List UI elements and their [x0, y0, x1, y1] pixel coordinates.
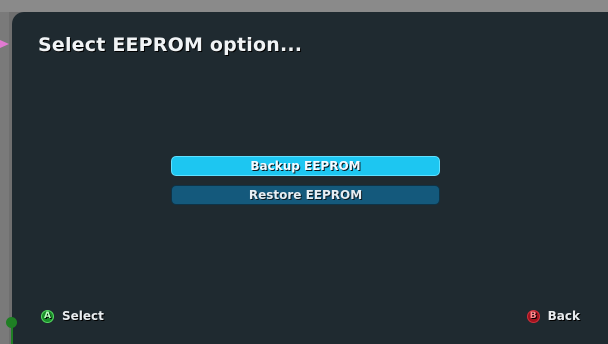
page-title: Select EEPROM option... [38, 34, 303, 56]
main-panel [12, 12, 608, 344]
menu-option-backup-eeprom[interactable]: Backup EEPROM [171, 156, 440, 176]
back-hint[interactable]: B Back [526, 309, 580, 323]
top-border-band [0, 0, 608, 12]
menu-option-restore-eeprom[interactable]: Restore EEPROM [171, 185, 440, 205]
select-label: Select [62, 309, 104, 323]
a-button-icon: A [41, 309, 54, 323]
select-hint[interactable]: A Select [41, 309, 104, 323]
back-label: Back [547, 309, 580, 323]
pointer-arrow-icon [0, 40, 9, 48]
menu-option-label: Restore EEPROM [248, 188, 363, 202]
green-pin-stem [11, 325, 13, 344]
menu-option-label: Backup EEPROM [250, 159, 361, 173]
left-border-strip [0, 0, 9, 344]
b-button-icon: B [526, 309, 540, 323]
